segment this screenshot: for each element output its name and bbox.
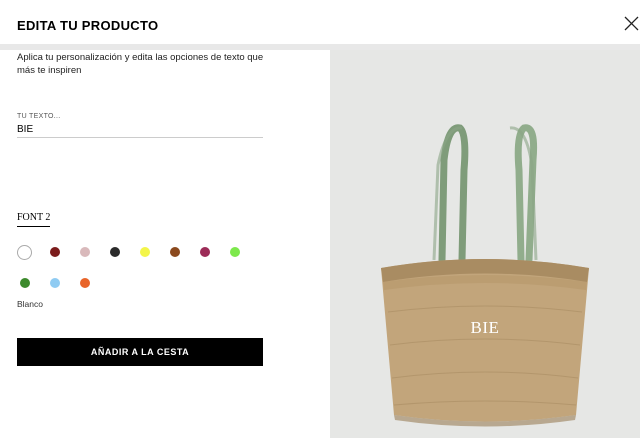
- customization-panel: Aplica tu personalización y edita las op…: [0, 50, 330, 438]
- product-preview: BIE: [330, 50, 640, 438]
- bag-image: [381, 124, 589, 427]
- color-swatch-brown[interactable]: [170, 247, 180, 257]
- color-swatch-magenta[interactable]: [200, 247, 210, 257]
- selected-color-name: Blanco: [17, 299, 43, 309]
- bag-custom-text: BIE: [470, 318, 500, 337]
- modal-header: EDITA TU PRODUCTO: [0, 0, 640, 45]
- close-icon[interactable]: [623, 15, 640, 32]
- font-tab[interactable]: FONT 2: [17, 212, 51, 227]
- color-swatch-light-blue[interactable]: [50, 278, 60, 288]
- color-swatch-blanco[interactable]: [17, 245, 32, 260]
- color-swatch-pink[interactable]: [80, 247, 90, 257]
- color-swatch-yellow[interactable]: [140, 247, 150, 257]
- modal-title: EDITA TU PRODUCTO: [17, 18, 159, 33]
- color-swatch-orange[interactable]: [80, 278, 90, 288]
- custom-text-input[interactable]: [17, 122, 263, 138]
- text-field-label: TU TEXTO...: [17, 113, 61, 120]
- color-swatch-dark-red[interactable]: [50, 247, 60, 257]
- color-swatch-lime[interactable]: [230, 247, 240, 257]
- add-to-cart-button[interactable]: AÑADIR A LA CESTA: [17, 338, 263, 366]
- color-swatch-green[interactable]: [20, 278, 30, 288]
- close-button[interactable]: [623, 15, 640, 32]
- description-text: Aplica tu personalización y edita las op…: [17, 52, 264, 76]
- color-swatch-black[interactable]: [110, 247, 120, 257]
